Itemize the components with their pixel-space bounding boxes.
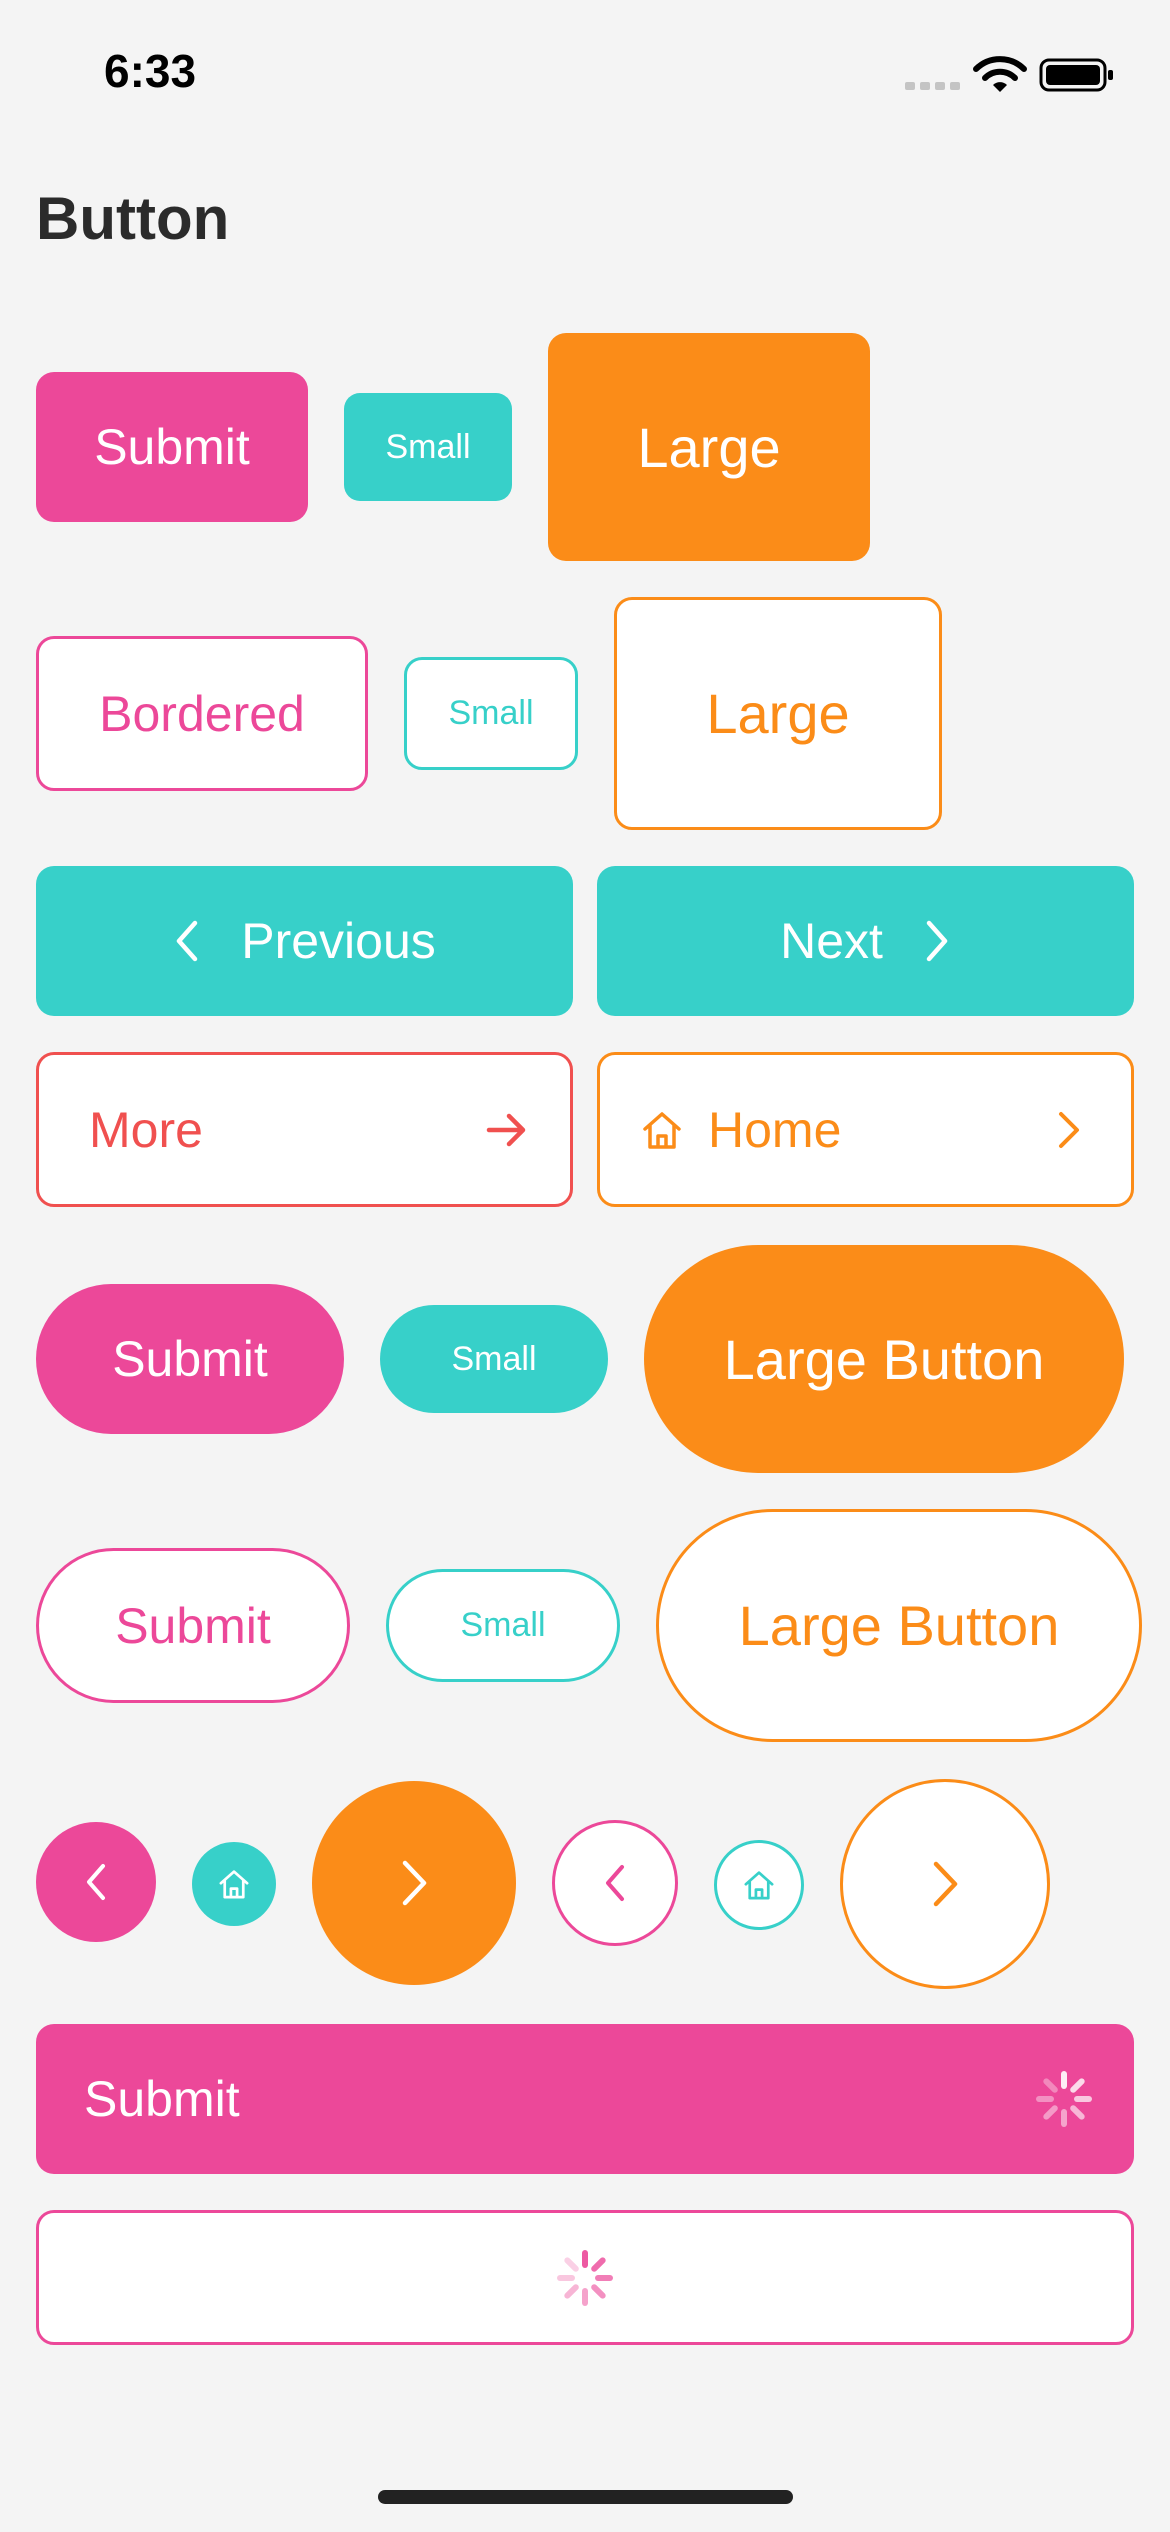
- home-circle-bordered-button[interactable]: [714, 1840, 804, 1930]
- chevron-right-icon: [933, 1861, 958, 1907]
- submit-button[interactable]: Submit: [36, 372, 308, 522]
- submit-label: Submit: [84, 2071, 240, 2127]
- chevron-left-icon: [87, 1864, 105, 1900]
- chevron-right-icon: [1059, 1111, 1079, 1148]
- submit-bordered-pill-button[interactable]: Submit: [36, 1548, 350, 1703]
- arrow-right-icon: [486, 1113, 526, 1146]
- submit-pill-button[interactable]: Submit: [36, 1284, 344, 1434]
- large-bordered-pill-button[interactable]: Large Button: [656, 1509, 1142, 1742]
- large-button[interactable]: Large: [548, 333, 870, 561]
- status-time: 6:33: [104, 45, 197, 97]
- forward-circle-bordered-button[interactable]: [840, 1779, 1050, 1989]
- cellular-icon: [905, 82, 960, 90]
- home-indicator[interactable]: [378, 2490, 793, 2504]
- chevron-right-icon: [926, 920, 948, 962]
- large-bordered-button[interactable]: Large: [614, 597, 942, 830]
- more-label: More: [89, 1101, 203, 1158]
- home-icon: [643, 1111, 681, 1149]
- small-bordered-button[interactable]: Small: [404, 657, 578, 770]
- spinner-icon: [557, 2249, 613, 2306]
- small-pill-button[interactable]: Small: [380, 1305, 608, 1413]
- small-button[interactable]: Small: [344, 393, 512, 501]
- home-button[interactable]: Home: [597, 1052, 1134, 1207]
- next-label: Next: [780, 913, 883, 969]
- previous-button[interactable]: Previous: [36, 866, 573, 1016]
- chevron-right-icon: [402, 1860, 427, 1906]
- previous-label: Previous: [241, 913, 436, 969]
- loading-submit-button[interactable]: Submit: [36, 2024, 1134, 2174]
- battery-icon: [1039, 58, 1113, 92]
- home-icon: [744, 1871, 774, 1900]
- more-button[interactable]: More: [36, 1052, 573, 1207]
- small-bordered-pill-button[interactable]: Small: [386, 1569, 620, 1682]
- chevron-left-icon: [606, 1865, 624, 1901]
- wifi-icon: [973, 56, 1027, 92]
- loading-bordered-button[interactable]: [36, 2210, 1134, 2345]
- chevron-left-icon: [176, 920, 198, 962]
- page-title: Button: [36, 185, 230, 252]
- home-circle-button[interactable]: [192, 1842, 276, 1926]
- home-icon: [219, 1870, 249, 1899]
- forward-circle-button[interactable]: [312, 1781, 516, 1985]
- spinner-icon: [1036, 2071, 1092, 2127]
- back-circle-button[interactable]: [36, 1822, 156, 1942]
- large-pill-button[interactable]: Large Button: [644, 1245, 1124, 1473]
- bordered-button[interactable]: Bordered: [36, 636, 368, 791]
- home-label: Home: [708, 1101, 842, 1158]
- next-button[interactable]: Next: [597, 866, 1134, 1016]
- back-circle-bordered-button[interactable]: [552, 1820, 678, 1946]
